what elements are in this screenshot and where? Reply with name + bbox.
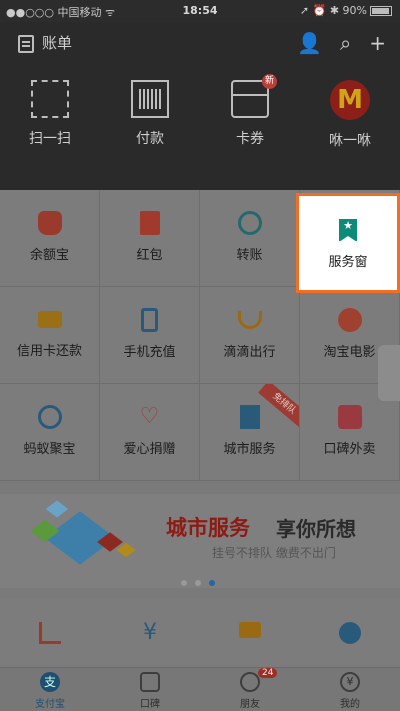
header-bar: 账单 👤 ⌕ + [0,22,400,62]
more-item[interactable] [0,622,100,654]
grid-item-city-service[interactable]: 城市服务 免排队 [200,384,300,481]
more-services-row: ¥ [0,598,400,668]
grid-item-transfer[interactable]: 转账 [200,190,300,287]
bill-label: 账单 [42,34,73,52]
bill-icon [18,34,34,53]
tab-label: 朋友 [240,699,260,710]
didi-icon [237,311,262,329]
grid-item-label: 手机充值 [123,345,176,360]
yen-icon: ¥ [143,620,157,645]
pager-dot [181,580,187,586]
grid-item-label: 城市服务 [223,442,276,457]
more-item[interactable] [200,622,300,648]
banner-title-red: 城市服务 [166,516,250,540]
friends-badge: 24 [258,668,278,678]
more-item[interactable]: ¥ [100,622,200,654]
quick-pay-label: 付款 [136,131,164,147]
credit-card-icon [37,311,62,328]
grid-item-label: 口碑外卖 [323,442,376,457]
mcdonalds-logo-icon: M [330,80,370,120]
quick-cards-label: 卡券 [236,131,264,147]
tab-koubei[interactable]: 口碑 [100,672,200,710]
grid-item-label: 爱心捐赠 [123,442,176,457]
cubes-illustration [28,500,138,578]
heart-icon: ♡ [139,404,160,429]
grid-item-yuebao[interactable]: 余额宝 [0,190,100,287]
grid-item-label: 红包 [136,248,163,263]
tab-friends[interactable]: 朋友 24 [200,668,300,710]
ant-fortune-icon [37,405,62,429]
banner-subtitle: 挂号不排队 缴费不出门 [212,546,336,560]
grid-item-label: 余额宝 [29,248,69,263]
grid-item-service-window[interactable]: 服务窗 [296,193,400,293]
grid-item-ant-fortune[interactable]: 蚂蚁聚宝 [0,384,100,481]
tab-label: 口碑 [140,699,160,710]
battery-indicator: ➚ ⏰ ✱ 90% [300,4,392,17]
quick-cards[interactable]: 新 卡券 [200,74,300,148]
transfer-icon [237,211,262,235]
more-item[interactable] [300,622,400,654]
money-bag-icon [37,211,62,235]
grid-item-hongbao[interactable]: 红包 [100,190,200,287]
promo-banner[interactable]: 城市服务 享你所想 挂号不排队 缴费不出门 [0,494,400,588]
status-bar: ●●○○○ 中国移动 ᯤ 18:54 ➚ ⏰ ✱ 90% [0,0,400,22]
header-actions: 👤 ⌕ + [279,31,386,55]
city-building-icon [239,405,260,429]
koubei-icon [140,672,160,692]
mine-icon: ¥ [340,672,360,692]
red-envelope-icon [139,211,160,235]
top-header: 账单 👤 ⌕ + 扫一扫 付款 新 卡券 M 咻一咻 [0,22,400,190]
quick-actions: 扫一扫 付款 新 卡券 M 咻一咻 [0,74,400,190]
flame-icon [339,622,361,644]
banner-title-dark: 享你所想 [276,517,356,541]
grid-item-label: 滴滴出行 [223,345,276,360]
barcode-icon [131,80,169,118]
tab-bar: 支支付宝 口碑 朋友 24 ¥ 我的 [0,667,400,711]
card-wallet-icon: 新 [231,74,277,118]
takeout-icon [337,405,362,429]
quick-scan-label: 扫一扫 [29,131,71,147]
bookmark-star-icon [339,219,357,242]
contacts-icon[interactable]: 👤 [297,31,322,55]
quick-xiu[interactable]: M 咻一咻 [300,80,400,150]
add-icon[interactable]: + [369,31,386,55]
grid-item-phone-topup[interactable]: 手机充值 [100,287,200,384]
new-badge: 新 [262,74,277,89]
friends-icon [240,672,260,692]
grid-item-didi[interactable]: 滴滴出行 [200,287,300,384]
grid-item-label: 蚂蚁聚宝 [23,442,76,457]
quick-pay[interactable]: 付款 [100,80,200,148]
grid-item-label: 转账 [236,248,263,263]
tab-label: 我的 [340,699,360,710]
grid-item-label: 服务窗 [328,255,368,270]
phone-icon [141,308,158,332]
movie-icon [337,308,362,332]
grid-item-credit-card[interactable]: 信用卡还款 [0,287,100,384]
side-drawer-handle[interactable] [378,345,400,401]
pager-dot [195,580,201,586]
chart-icon [39,622,61,644]
grid-item-donation[interactable]: ♡ 爱心捐赠 [100,384,200,481]
scan-icon [31,80,69,118]
pager-dot-active [209,580,215,586]
grid-item-label: 信用卡还款 [16,344,82,359]
tab-alipay[interactable]: 支支付宝 [0,672,100,710]
banner-pager [181,571,223,590]
quick-scan[interactable]: 扫一扫 [0,80,100,148]
truck-icon [239,622,261,638]
tab-label: 支付宝 [35,699,65,710]
bill-button[interactable]: 账单 [18,32,72,53]
alipay-icon: 支 [40,672,60,692]
tab-mine[interactable]: ¥ 我的 [300,672,400,710]
quick-xiu-label: 咻一咻 [329,133,371,149]
search-icon[interactable]: ⌕ [340,31,351,55]
no-queue-ribbon: 免排队 [258,384,299,428]
